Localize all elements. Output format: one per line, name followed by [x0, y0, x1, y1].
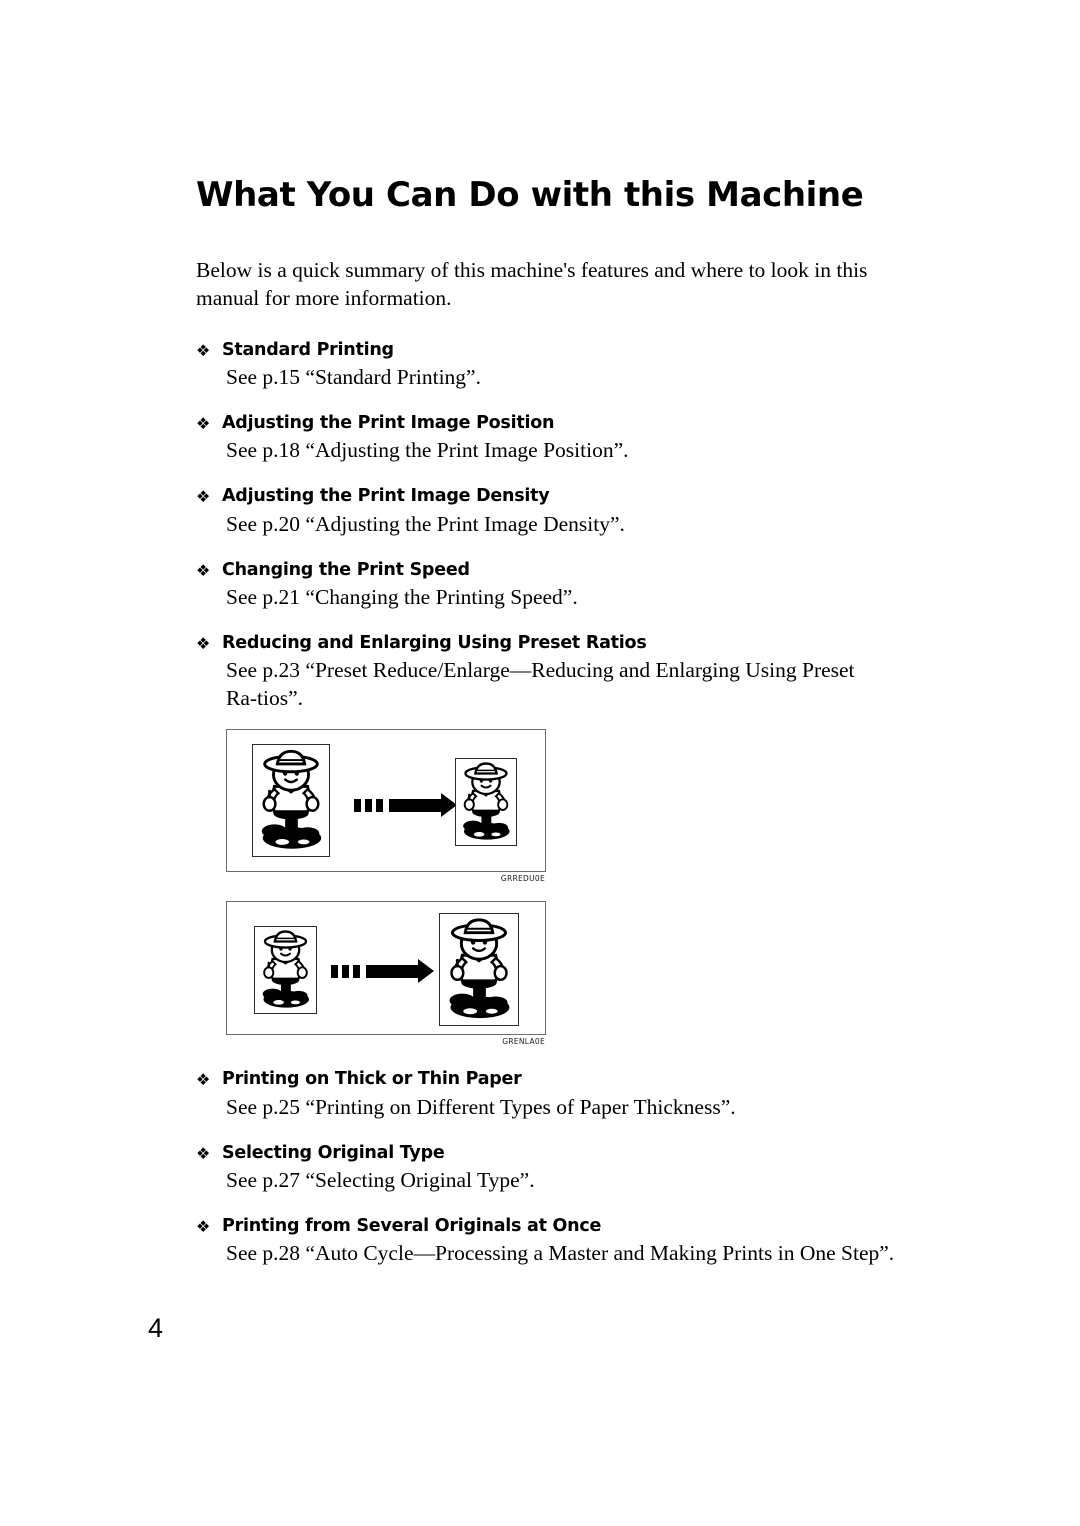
- feature-heading: ❖ Printing on Thick or Thin Paper: [196, 1068, 892, 1090]
- diamond-bullet-icon: ❖: [196, 340, 211, 360]
- figure-caption: GRREDU0E: [500, 874, 545, 884]
- diamond-bullet-icon: ❖: [196, 487, 211, 507]
- content-column: What You Can Do with this Machine Below …: [196, 175, 894, 1288]
- feature-reference: See p.27 “Selecting Original Type”.: [226, 1168, 535, 1193]
- feature-reducing-enlarging-preset-ratios: ❖ Reducing and Enlarging Using Preset Ra…: [196, 632, 892, 713]
- diamond-bullet-icon: ❖: [196, 560, 211, 580]
- feature-title: Changing the Print Speed: [222, 559, 470, 580]
- diamond-bullet-icon: ❖: [196, 634, 211, 654]
- document-page: What You Can Do with this Machine Below …: [0, 0, 1080, 1526]
- feature-heading: ❖ Changing the Print Speed: [196, 559, 892, 581]
- arrow-dash: [365, 798, 372, 812]
- arrow-dash: [331, 964, 338, 978]
- intro-paragraph: Below is a quick summary of this machine…: [196, 258, 868, 311]
- diamond-bullet-icon: ❖: [196, 1070, 211, 1090]
- feature-title: Printing from Several Originals at Once: [222, 1215, 602, 1236]
- feature-title: Printing on Thick or Thin Paper: [222, 1069, 522, 1090]
- feature-title: Selecting Original Type: [222, 1142, 445, 1163]
- result-paper-small: [455, 758, 517, 847]
- feature-heading: ❖ Selecting Original Type: [196, 1142, 892, 1164]
- arrow-dash: [376, 798, 383, 812]
- feature-title: Adjusting the Print Image Density: [222, 486, 550, 507]
- arrow-dash: [353, 964, 360, 978]
- diamond-bullet-icon: ❖: [196, 1216, 211, 1236]
- feature-reference: See p.18 “Adjusting the Print Image Posi…: [226, 438, 629, 463]
- diamond-bullet-icon: ❖: [196, 414, 211, 434]
- transform-arrow-icon: [354, 793, 457, 818]
- feature-heading: ❖ Standard Printing: [196, 339, 892, 361]
- feature-standard-printing: ❖ Standard Printing See p.15 “Standard P…: [196, 339, 892, 392]
- diamond-bullet-icon: ❖: [196, 1143, 211, 1163]
- arrow-dash: [342, 964, 349, 978]
- feature-heading: ❖ Adjusting the Print Image Density: [196, 485, 892, 507]
- page-title: What You Can Do with this Machine: [196, 175, 864, 215]
- feature-reference: See p.28 “Auto Cycle—Processing a Master…: [226, 1241, 895, 1266]
- feature-printing-several-originals: ❖ Printing from Several Originals at Onc…: [196, 1215, 894, 1268]
- original-paper-large: [252, 744, 330, 858]
- feature-heading: ❖ Adjusting the Print Image Position: [196, 412, 892, 434]
- feature-adjusting-print-image-density: ❖ Adjusting the Print Image Density See …: [196, 485, 892, 538]
- figure-caption: GRENLA0E: [502, 1037, 545, 1047]
- page-number: 4: [148, 1313, 164, 1343]
- feature-heading: ❖ Reducing and Enlarging Using Preset Ra…: [196, 632, 892, 654]
- enlargement-illustration: GRENLA0E: [226, 901, 546, 1046]
- feature-reference: See p.21 “Changing the Printing Speed”.: [226, 585, 578, 610]
- character-figure-large: [449, 918, 510, 1019]
- result-paper-large: [439, 913, 519, 1027]
- feature-changing-print-speed: ❖ Changing the Print Speed See p.21 “Cha…: [196, 559, 892, 612]
- feature-reference: See p.15 “Standard Printing”.: [226, 365, 481, 390]
- feature-selecting-original-type: ❖ Selecting Original Type See p.27 “Sele…: [196, 1142, 892, 1195]
- arrow-dash: [354, 798, 361, 812]
- feature-reference: See p.23 “Preset Reduce/Enlarge—Reducing…: [226, 658, 855, 711]
- reduction-illustration: GRREDU0E: [226, 729, 546, 883]
- character-figure-small: [463, 762, 510, 841]
- arrow-shaft: [389, 798, 441, 812]
- arrow-head: [418, 959, 434, 984]
- feature-title: Reducing and Enlarging Using Preset Rati…: [222, 633, 647, 654]
- feature-title: Adjusting the Print Image Position: [222, 413, 555, 434]
- figure-frame: [226, 901, 546, 1036]
- feature-title: Standard Printing: [222, 339, 394, 360]
- feature-reference: See p.25 “Printing on Different Types of…: [226, 1094, 736, 1119]
- character-figure-small: [262, 930, 310, 1009]
- transform-arrow-icon: [331, 959, 434, 984]
- character-figure-large: [261, 750, 322, 850]
- feature-reference: See p.20 “Adjusting the Print Image Dens…: [226, 511, 625, 536]
- original-paper-small: [254, 926, 317, 1015]
- feature-heading: ❖ Printing from Several Originals at Onc…: [196, 1215, 892, 1237]
- illustration-group: GRREDU0E GRENLA0E: [226, 729, 892, 1046]
- figure-frame: [226, 729, 546, 873]
- feature-printing-thick-thin-paper: ❖ Printing on Thick or Thin Paper See p.…: [196, 1068, 892, 1121]
- arrow-shaft: [366, 964, 418, 978]
- feature-adjusting-print-image-position: ❖ Adjusting the Print Image Position See…: [196, 412, 892, 465]
